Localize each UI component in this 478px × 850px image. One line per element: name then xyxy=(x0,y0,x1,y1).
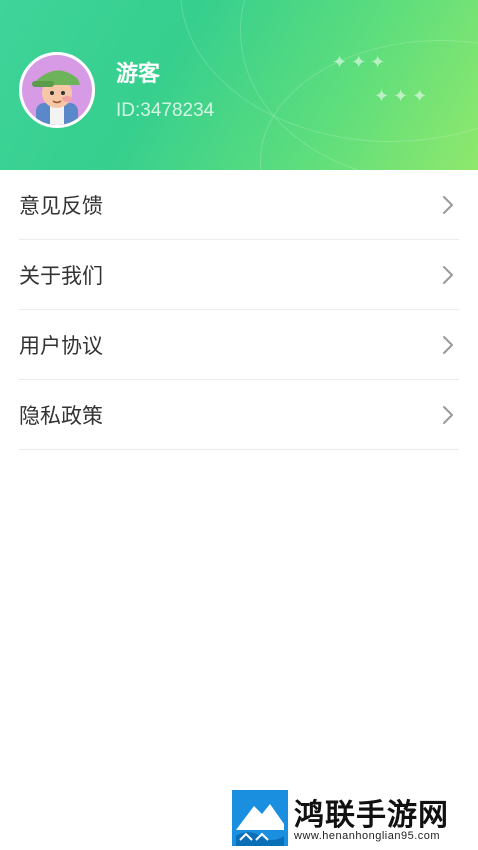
watermark-title: 鸿联手游网 xyxy=(294,798,449,833)
avatar-cartoon-icon xyxy=(22,55,92,125)
sparkle-icon: ✦✦✦ xyxy=(374,86,432,107)
menu-item-label: 用户协议 xyxy=(19,333,103,358)
menu-item-privacy-policy[interactable]: 隐私政策 xyxy=(19,380,459,450)
chevron-right-icon xyxy=(443,335,453,354)
menu-item-label: 关于我们 xyxy=(19,263,103,288)
menu-item-label: 意见反馈 xyxy=(19,193,103,218)
chevron-right-icon xyxy=(443,405,453,424)
chevron-right-icon xyxy=(443,265,453,284)
menu-item-label: 隐私政策 xyxy=(19,403,103,428)
menu-item-about-us[interactable]: 关于我们 xyxy=(19,240,459,310)
sparkle-icon: ✦✦✦ xyxy=(332,52,390,73)
watermark-logo-icon xyxy=(232,790,288,846)
settings-menu: 意见反馈 关于我们 用户协议 隐私政策 xyxy=(0,170,478,450)
avatar[interactable] xyxy=(19,52,95,128)
chevron-right-icon xyxy=(443,195,453,214)
profile-header: ✦✦✦ ✦✦✦ 游客 ID:3478234 xyxy=(0,0,478,170)
user-id: ID:3478234 xyxy=(116,100,215,121)
menu-item-feedback[interactable]: 意见反馈 xyxy=(19,170,459,240)
menu-item-user-agreement[interactable]: 用户协议 xyxy=(19,310,459,380)
username: 游客 xyxy=(116,62,161,87)
watermark-url: www.henanhonglian95.com xyxy=(294,830,441,842)
site-watermark: 鸿联手游网 www.henanhonglian95.com xyxy=(232,790,472,848)
